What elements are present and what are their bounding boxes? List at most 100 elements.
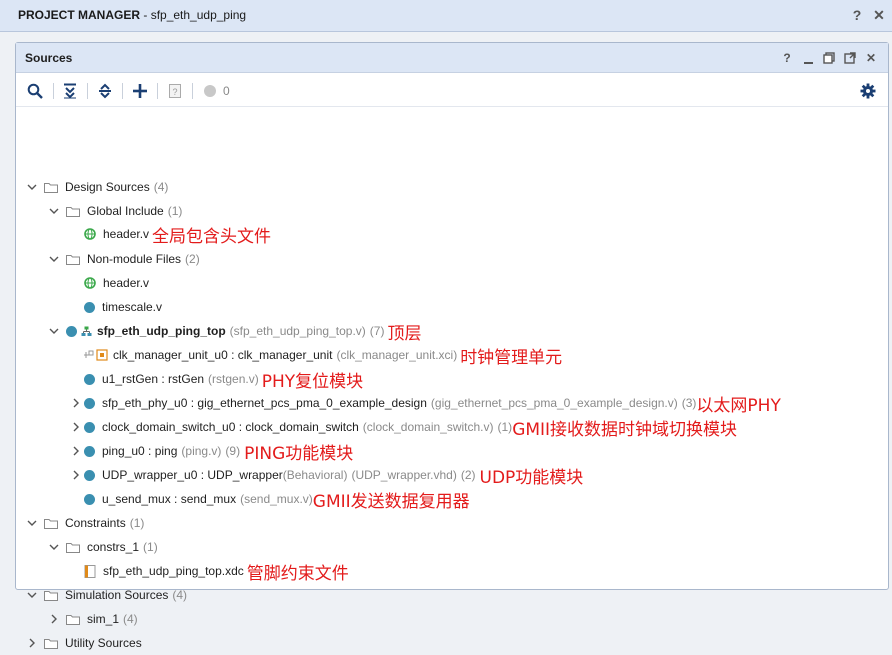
- tree-label: u_send_mux : send_mux: [102, 492, 237, 506]
- tree-row-design-sources[interactable]: Design Sources (4): [26, 175, 168, 199]
- tree-label: Design Sources: [65, 180, 150, 194]
- item-count: (1): [143, 540, 158, 554]
- globe-file-icon: [84, 228, 96, 240]
- search-button[interactable]: [26, 82, 44, 100]
- chevron-down-icon[interactable]: [26, 517, 38, 529]
- chevron-right-icon[interactable]: [70, 469, 82, 481]
- chevron-right-icon[interactable]: [48, 613, 60, 625]
- panel-close-button[interactable]: ✕: [864, 51, 878, 65]
- tree-label: u1_rstGen : rstGen: [102, 372, 205, 386]
- chevron-right-icon[interactable]: [70, 421, 82, 433]
- folder-icon: [66, 614, 80, 625]
- status-indicator: [201, 82, 219, 100]
- item-count: (1): [129, 516, 145, 530]
- folder-icon: [44, 182, 58, 193]
- annotation-note: GMII接收数据时钟域切换模块: [512, 419, 738, 440]
- tree-label: Constraints: [65, 516, 126, 530]
- panel-restore-button[interactable]: [822, 51, 836, 65]
- window-title: PROJECT MANAGER - sfp_eth_udp_ping: [18, 8, 246, 22]
- tree-row-ping[interactable]: ping_u0 : ping (ping.v) (9) PING功能模块: [70, 439, 353, 464]
- panel-float-button[interactable]: [843, 51, 857, 65]
- chevron-down-icon[interactable]: [48, 325, 60, 337]
- item-count: (2): [460, 468, 476, 482]
- panel-title: Sources: [25, 51, 73, 65]
- globe-file-icon: [84, 277, 96, 289]
- tree-row-top-module[interactable]: sfp_eth_udp_ping_top (sfp_eth_udp_ping_t…: [48, 319, 422, 344]
- folder-icon: [44, 518, 58, 529]
- chevron-right-icon[interactable]: [70, 445, 82, 457]
- tree-label: sfp_eth_phy_u0 : gig_ethernet_pcs_pma_0_…: [102, 396, 427, 410]
- tree-row-header-v-global[interactable]: header.v 全局包含头文件: [84, 222, 272, 247]
- item-count: (1): [167, 204, 183, 218]
- tree-row-constrs-1[interactable]: constrs_1 (1): [48, 535, 158, 559]
- help-button[interactable]: ?: [850, 6, 864, 24]
- tree-row-utility-sources[interactable]: Utility Sources: [26, 631, 142, 655]
- tree-label: ping_u0 : ping: [102, 444, 178, 458]
- annotation-note: 以太网PHY: [696, 395, 781, 416]
- tree-row-simulation-sources[interactable]: Simulation Sources (4): [26, 583, 187, 607]
- folder-icon: [44, 638, 58, 649]
- tree-label: header.v: [103, 276, 150, 290]
- tree-label: timescale.v: [102, 300, 163, 314]
- constraint-file-icon: [84, 564, 96, 578]
- annotation-note: GMII发送数据复用器: [312, 491, 470, 512]
- project-manager-title-bar: PROJECT MANAGER - sfp_eth_udp_ping ? ✕: [0, 0, 892, 32]
- add-sources-button[interactable]: [131, 82, 149, 100]
- chevron-down-icon[interactable]: [48, 253, 60, 265]
- plus-icon: [133, 84, 147, 98]
- tree-row-send-mux[interactable]: u_send_mux : send_mux (send_mux.v) GMII发…: [84, 487, 470, 512]
- tree-label: UDP_wrapper_u0 : UDP_wrapper: [102, 468, 283, 482]
- chevron-down-icon[interactable]: [26, 589, 38, 601]
- chevron-down-icon[interactable]: [48, 205, 60, 217]
- panel-minimize-button[interactable]: [801, 51, 815, 65]
- tree-row-constraints[interactable]: Constraints (1): [26, 511, 144, 535]
- chevron-down-icon[interactable]: [48, 541, 60, 553]
- item-count: (1): [497, 420, 513, 434]
- item-count: (2): [185, 252, 200, 266]
- close-button[interactable]: ✕: [872, 6, 886, 24]
- tree-row-rstgen[interactable]: u1_rstGen : rstGen (rstgen.v) PHY复位模块: [84, 367, 363, 392]
- verilog-file-icon: [84, 301, 95, 313]
- source-node-properties-button[interactable]: ?: [166, 82, 184, 100]
- folder-icon: [66, 542, 80, 553]
- tree-row-xdc[interactable]: sfp_eth_udp_ping_top.xdc 管脚约束文件: [84, 559, 349, 584]
- tree-row-global-include[interactable]: Global Include (1): [48, 199, 182, 223]
- expand-all-button[interactable]: [96, 82, 114, 100]
- behavioral-tag: (Behavioral): [282, 468, 348, 482]
- title-prefix: PROJECT MANAGER: [18, 8, 141, 22]
- status-circle-icon: [204, 85, 216, 97]
- file-name: (ping.v): [181, 444, 222, 458]
- sources-toolbar: ? 0: [16, 73, 888, 107]
- gear-icon: [860, 83, 876, 99]
- svg-text:?: ?: [172, 87, 177, 97]
- tree-row-clock-domain-switch[interactable]: clock_domain_switch_u0 : clock_domain_sw…: [70, 415, 738, 440]
- verilog-file-icon: [84, 445, 95, 457]
- tree-row-udp-wrapper[interactable]: UDP_wrapper_u0 : UDP_wrapper (Behavioral…: [70, 463, 584, 488]
- collapse-all-button[interactable]: [61, 82, 79, 100]
- ip-core-icon: [84, 349, 108, 361]
- tree-row-clk-manager[interactable]: clk_manager_unit_u0 : clk_manager_unit (…: [84, 343, 562, 368]
- annotation-note: 全局包含头文件: [152, 226, 272, 247]
- tree-label: clock_domain_switch_u0 : clock_domain_sw…: [102, 420, 359, 434]
- settings-button[interactable]: [859, 82, 877, 100]
- chevron-right-icon[interactable]: [26, 637, 38, 649]
- annotation-note: 顶层: [387, 323, 422, 344]
- annotation-note: UDP功能模块: [479, 467, 584, 488]
- item-count: (3): [681, 396, 697, 410]
- chevron-right-icon[interactable]: [70, 397, 82, 409]
- help-document-icon: ?: [169, 84, 181, 98]
- tree-row-timescale[interactable]: timescale.v: [84, 295, 162, 319]
- folder-icon: [44, 590, 58, 601]
- tree-label: header.v: [103, 227, 150, 241]
- chevron-down-icon[interactable]: [26, 181, 38, 193]
- panel-help-button[interactable]: ?: [780, 51, 794, 65]
- tree-label: constrs_1: [87, 540, 140, 554]
- sources-panel-header: Sources ? ✕: [16, 43, 888, 73]
- tree-row-non-module-files[interactable]: Non-module Files (2): [48, 247, 200, 271]
- tree-row-sim-1[interactable]: sim_1 (4): [48, 607, 138, 631]
- verilog-file-icon: [84, 373, 95, 385]
- tree-row-sfp-eth-phy[interactable]: sfp_eth_phy_u0 : gig_ethernet_pcs_pma_0_…: [70, 391, 781, 416]
- tree-row-header-v-nonmodule[interactable]: header.v: [84, 271, 149, 295]
- file-name: (sfp_eth_udp_ping_top.v): [229, 324, 366, 338]
- vhdl-file-icon: [84, 469, 95, 481]
